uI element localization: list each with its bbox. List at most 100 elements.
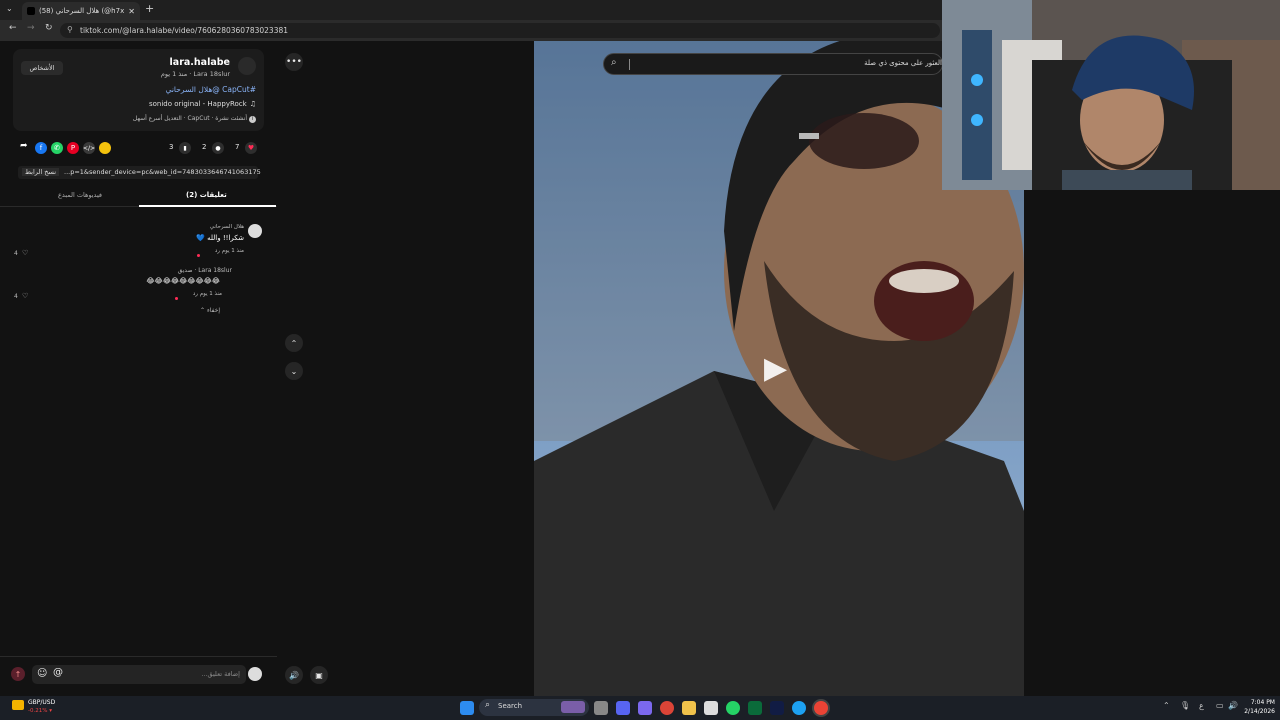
windows-taskbar: GBP/USD -0.21% ▾ ⌕ Search ⌃ 🎙 ع ▭ 🔊 7:04… [0,696,1280,720]
store-icon[interactable] [704,701,718,715]
browser-tab-active[interactable]: (58) هلال السرحاني (@h7xs5) | ... ✕ [22,2,140,20]
whatsapp-taskbar-icon[interactable] [726,701,740,715]
clock-date[interactable]: 2/14/2026 [1243,708,1275,715]
author-username[interactable]: lara.halabe [170,57,230,68]
post-info-card: lara.halabe Lara 18slur · منذ 1 يوم الأش… [13,49,264,131]
comment-author[interactable]: Lara 18slur · صديق [178,267,232,274]
comment-heart-icon[interactable]: ♡ [22,249,28,257]
search-icon[interactable]: ⌕ [611,57,617,68]
sound-name: sonido original - HappyRock [148,100,247,108]
info-icon: i [249,116,256,123]
mention-icon[interactable]: @ [53,667,63,678]
forward-arrow-icon[interactable]: → [27,23,35,33]
language-icon[interactable]: ع [1199,701,1204,710]
tiktok-favicon-icon [27,7,35,15]
capcut-note[interactable]: i أنشئت نشرة · CapCut · التعديل أسرع أسه… [133,115,256,123]
commenter-avatar[interactable] [248,224,262,238]
action-row: ➦ f ✆ P </> 3 ▮ 2 ● 7 ♥ [18,141,262,155]
reload-icon[interactable]: ↻ [45,23,53,33]
input-divider [0,656,277,657]
tab-list-chevron-icon[interactable]: ⌄ [6,4,13,13]
address-bar[interactable]: ⚲ tiktok.com/@lara.halabe/video/76062803… [60,23,940,38]
comment-item: Lara 18slur · صديق 😂😂😂😂😂😂😂😂😂 منذ 1 يوم ر… [12,267,264,303]
app-icon[interactable] [770,701,784,715]
tray-chevron-up-icon[interactable]: ⌃ [1163,701,1170,710]
heart-icon[interactable]: ♥ [245,142,257,154]
streamer-webcam [942,0,1280,190]
next-video-chevron-down-icon[interactable]: ⌄ [285,362,303,380]
play-icon[interactable]: ▶ [764,351,787,386]
creator-liked-dot [197,254,200,257]
player-controls-column: ••• ⌃ ⌄ 🔊 ▣ [277,41,534,696]
comment-meta[interactable]: منذ 1 يوم رد [215,248,244,254]
repost-icon[interactable] [99,142,111,154]
discord-icon[interactable] [616,701,630,715]
facebook-icon[interactable]: f [35,142,47,154]
follow-button[interactable]: الأشخاص [21,61,63,75]
chrome-active-icon[interactable] [814,701,828,715]
excel-like-icon[interactable] [748,701,762,715]
tab-bar: فيديوهات المبدع تعليقات (2) [0,187,277,207]
music-note-icon: ♫ [249,100,256,108]
bookmark-icon[interactable]: ▮ [179,142,191,154]
post-comment-button[interactable]: ↑ [11,667,25,681]
share-arrow-icon[interactable]: ➦ [20,141,28,151]
comment-like-count: 4 [14,250,18,257]
whatsapp-icon[interactable]: ✆ [51,142,63,154]
network-icon[interactable]: ▭ [1216,701,1224,710]
post-sidebar: lara.halabe Lara 18slur · منذ 1 يوم الأش… [0,41,277,696]
search-input-placeholder: العثور على محتوى ذي صلة [864,59,942,67]
back-arrow-icon[interactable]: ← [9,23,17,33]
page-right-margin [1024,190,1280,696]
my-avatar [248,667,262,681]
url-text: tiktok.com/@lara.halabe/video/7606280360… [80,26,289,35]
previous-video-chevron-up-icon[interactable]: ⌃ [285,334,303,352]
windows-start-icon[interactable] [460,701,474,715]
share-link-text[interactable]: ...p=1&sender_device=pc&web_id=748303364… [64,168,261,176]
microphone-icon[interactable]: 🎙 [1180,701,1190,710]
post-caption[interactable]: #CapCut @هلال السرحاني [166,85,256,94]
clock-time[interactable]: 7:04 PM [1245,699,1275,706]
comment-author[interactable]: هلال السرحاني [210,224,244,230]
widget-value: -0.21% ▾ [28,708,52,714]
share-link-box: نسخ الرابط ...p=1&sender_device=pc&web_i… [18,166,261,179]
like-count: 7 [235,143,240,151]
more-options-icon[interactable]: ••• [285,53,303,71]
save-count: 3 [169,143,174,151]
comment-meta[interactable]: منذ 1 يوم رد [193,291,222,297]
author-avatar[interactable] [238,57,256,75]
site-info-icon[interactable]: ⚲ [67,25,73,34]
picture-in-picture-icon[interactable]: ▣ [310,666,328,684]
comment-input[interactable]: ☺ @ إضافة تعليق... [32,665,246,684]
comment-bubble-icon[interactable]: ● [212,142,224,154]
copy-link-button[interactable]: نسخ الرابط [22,168,60,176]
widget-title[interactable]: GBP/USD [28,699,55,706]
volume-icon[interactable]: 🔊 [285,666,303,684]
tab-close-icon[interactable]: ✕ [128,7,135,16]
pinterest-icon[interactable]: P [67,142,79,154]
sound-row[interactable]: sonido original - HappyRock ♫ [149,100,256,108]
active-tab-underline [139,205,276,207]
hide-replies-label: إخفاء [206,307,221,314]
comment-text: شكرا!! والله 💙 [196,234,244,242]
emoji-icon[interactable]: ☺ [37,668,47,679]
new-tab-button[interactable]: + [145,2,154,15]
embed-icon[interactable]: </> [83,142,95,154]
hide-replies-button[interactable]: إخفاء ⌃ [200,307,220,314]
taskbar-search[interactable]: ⌕ Search [479,699,589,716]
taskbar-search-icon: ⌕ [485,700,491,710]
market-widget-icon[interactable] [12,700,24,710]
task-view-icon[interactable] [594,701,608,715]
edge-icon[interactable] [792,701,806,715]
tab-creator-videos[interactable]: فيديوهات المبدع [58,191,102,199]
file-explorer-icon[interactable] [682,701,696,715]
chat-app-icon[interactable] [638,701,652,715]
chrome-icon[interactable] [660,701,674,715]
speaker-icon[interactable]: 🔊 [1228,701,1238,710]
tab-comments[interactable]: تعليقات (2) [186,191,227,199]
tab-title: (58) هلال السرحاني (@h7xs5) | ... [39,7,125,15]
comment-count: 2 [202,143,207,151]
search-bar[interactable]: ⌕ العثور على محتوى ذي صلة [603,53,943,75]
taskbar-search-label: Search [498,702,523,710]
comment-heart-icon[interactable]: ♡ [22,292,28,300]
